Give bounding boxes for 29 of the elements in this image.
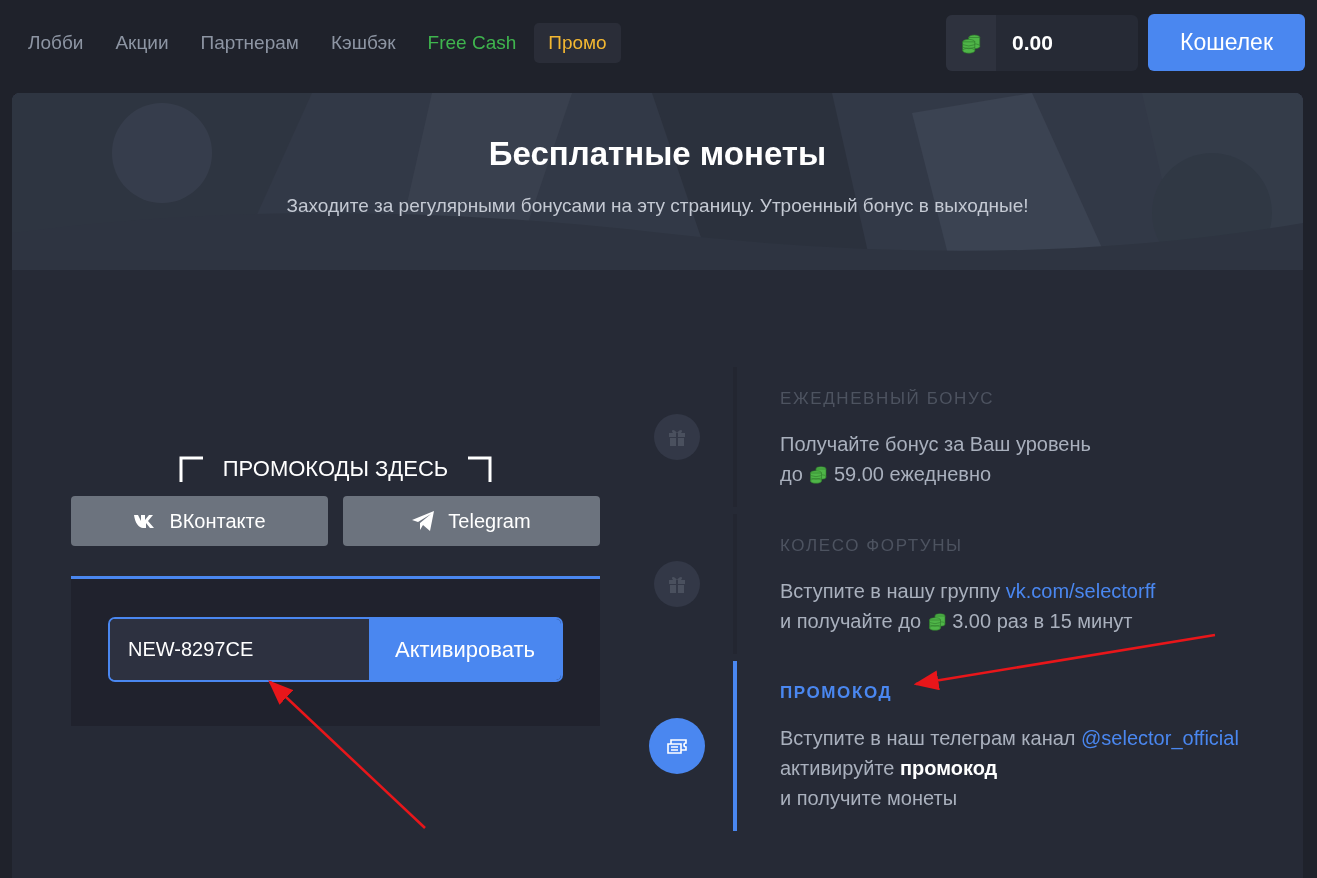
- vk-icon: [133, 514, 156, 528]
- nav-tab[interactable]: Партнерам: [186, 22, 313, 63]
- gift-icon: [668, 428, 686, 446]
- step-description: Получайте бонус за Ваш уровень до 59.00 ежедневно: [780, 432, 1091, 487]
- paper-plane-icon: [412, 511, 435, 531]
- wallet-button[interactable]: Кошелек: [1148, 14, 1305, 71]
- link[interactable]: @selector_official: [1081, 727, 1239, 749]
- step-description: Вступите в наш телеграм канал @selector_official активируйте промокод и получите монеты: [780, 726, 1239, 811]
- corner-bracket-icon: [178, 456, 203, 482]
- coins-icon: [960, 31, 982, 54]
- coins-icon: [808, 464, 829, 484]
- page-title: Бесплатные монеты: [488, 135, 827, 173]
- social-button[interactable]: ВКонтакте: [71, 496, 328, 546]
- gift-icon: [668, 575, 686, 593]
- nav-tab[interactable]: Free Cash: [413, 22, 531, 63]
- balance-amount: 0.00: [1012, 30, 1053, 55]
- coins-icon: [926, 611, 947, 631]
- social-button[interactable]: Telegram: [343, 496, 600, 546]
- nav-tab[interactable]: Лобби: [14, 22, 98, 63]
- corner-bracket-icon: [468, 456, 493, 482]
- nav-tab[interactable]: Акции: [101, 22, 183, 63]
- promo-heading: ПРОМОКОДЫ ЗДЕСЬ: [222, 456, 449, 482]
- step-description: Вступите в нашу группу vk.com/selectorff и получайте до 3.00 раз в 15 минут: [780, 579, 1156, 634]
- ticket-icon: [666, 737, 688, 755]
- link[interactable]: vk.com/selectorff: [1005, 580, 1156, 602]
- nav-tab[interactable]: Кэшбэк: [316, 22, 410, 63]
- page-subtitle: Заходите за регулярными бонусами на эту страницу. Утроенный бонус в выходные!: [286, 195, 1029, 217]
- step-title: ПРОМОКОД: [780, 683, 894, 703]
- nav-tab[interactable]: Промо: [534, 22, 621, 63]
